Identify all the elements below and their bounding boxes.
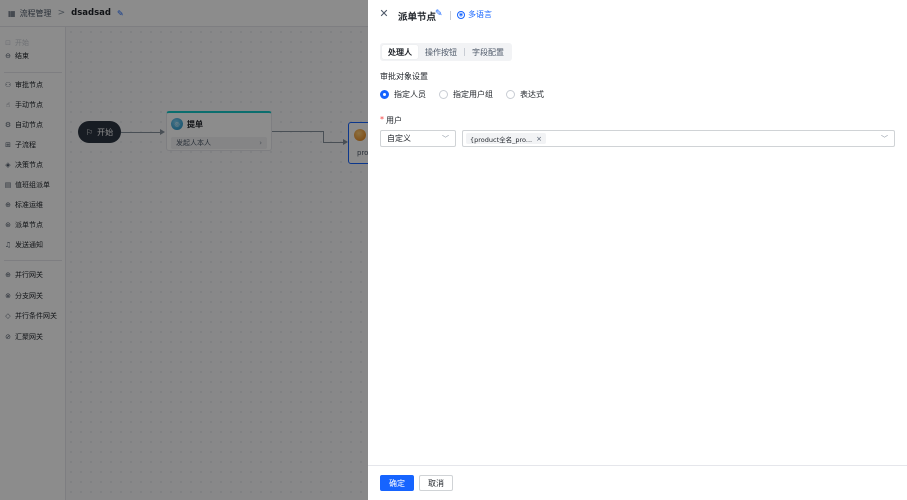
tab-action-buttons[interactable]: 操作按钮 [419,45,463,59]
radio-label: 指定用户组 [453,90,493,99]
multi-language-button[interactable]: ◉ 多语言 [457,9,492,20]
confirm-button[interactable]: 确定 [380,475,414,491]
chevron-down-icon: ﹀ [442,134,449,143]
tab-field-config[interactable]: 字段配置 [466,45,510,59]
user-type-value: 自定义 [387,134,411,143]
globe-icon: ◉ [457,10,465,19]
radio-label: 指定人员 [394,90,426,99]
header-divider [450,11,451,20]
cancel-button[interactable]: 取消 [419,475,453,491]
approval-target-radio-group: 指定人员 指定用户组 表达式 [380,89,544,100]
radio-specified-group[interactable]: 指定用户组 [439,89,493,100]
user-multi-select[interactable]: {product全名_pro... × ﹀ [462,130,895,147]
user-type-select[interactable]: 自定义 ﹀ [380,130,456,147]
required-mark: * [380,115,384,124]
user-tag-text: {product全名_pro... [470,135,533,144]
radio-specified-person[interactable]: 指定人员 [380,89,426,100]
multi-language-label: 多语言 [468,10,492,19]
radio-label: 表达式 [520,90,544,99]
chevron-down-icon: ﹀ [881,134,888,143]
radio-dot[interactable] [506,90,515,99]
tab-handler[interactable]: 处理人 [382,45,418,59]
node-config-drawer: ✕ 派单节点 ✎ ◉ 多语言 处理人 操作按钮 字段配置 审批对象设置 指定人员… [368,0,907,500]
radio-dot[interactable] [380,90,389,99]
drawer-title: 派单节点 [398,12,437,23]
radio-expression[interactable]: 表达式 [506,89,544,100]
edit-icon[interactable]: ✎ [435,9,443,19]
user-field-label: * 用户 [380,115,402,126]
approval-target-label: 审批对象设置 [380,72,428,81]
tab-separator [464,48,465,56]
user-label-text: 用户 [386,116,402,125]
close-icon[interactable]: × [536,135,542,143]
close-icon[interactable]: ✕ [378,8,390,20]
user-tag: {product全名_pro... × [466,133,546,144]
config-tabs: 处理人 操作按钮 字段配置 [380,43,512,61]
radio-dot[interactable] [439,90,448,99]
